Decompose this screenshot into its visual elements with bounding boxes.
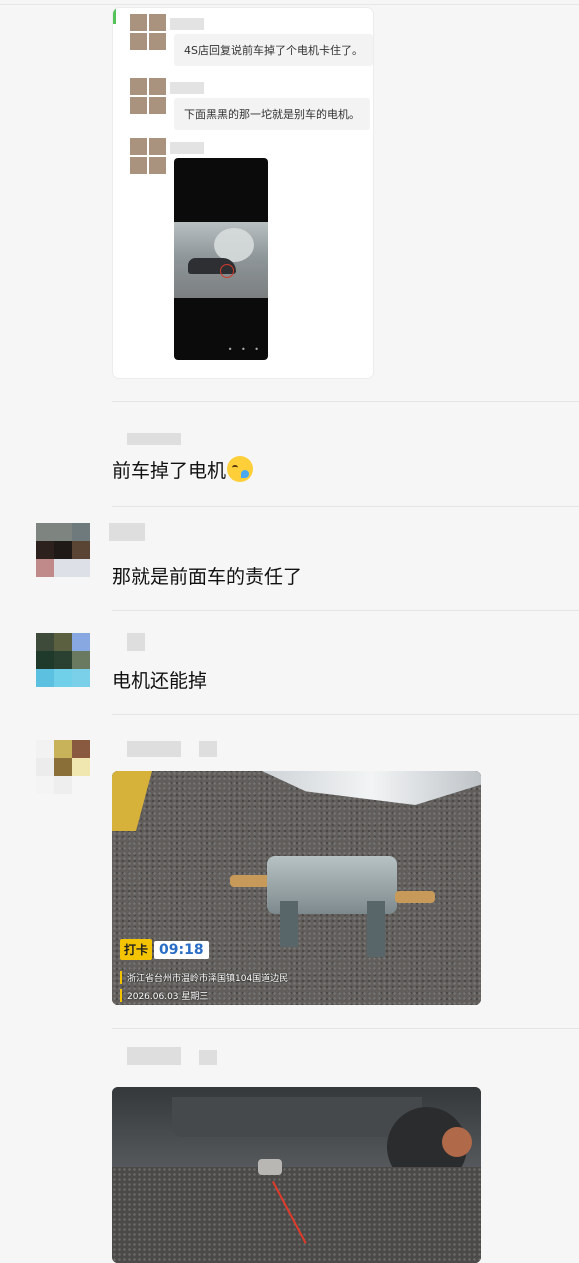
message-divider xyxy=(112,506,579,507)
avatar[interactable] xyxy=(36,523,90,577)
message-text: 前车掉了电机 xyxy=(112,456,254,483)
motor-photo[interactable]: 打卡 09:18 浙江省台州市温岭市泽国镇104国道边民 2026.06.03 … xyxy=(112,771,481,1005)
sender-name xyxy=(127,633,145,651)
motor-bracket-left xyxy=(280,901,298,947)
forwarded-video-thumbnail[interactable]: • • • xyxy=(174,158,268,360)
sender-name xyxy=(127,433,181,445)
message-divider xyxy=(112,714,579,715)
avatar[interactable] xyxy=(36,633,90,687)
sender-name xyxy=(127,741,181,757)
forwarded-message-bubble: 4S店回复说前车掉了个电机卡住了。 xyxy=(174,34,373,66)
car-underside-photo[interactable] xyxy=(112,1087,481,1263)
date-watermark: 2026.06.03 星期三 xyxy=(120,989,208,1002)
forwarded-sender-name xyxy=(170,18,204,30)
message-text-content: 前车掉了电机 xyxy=(112,460,227,482)
forwarded-sender-name xyxy=(170,142,204,154)
message-divider xyxy=(112,1028,579,1029)
forwarded-avatar xyxy=(130,14,166,50)
card-accent-bar xyxy=(113,8,116,24)
message-divider xyxy=(112,610,579,611)
forwarded-chat-record-card[interactable]: 4S店回复说前车掉了个电机卡住了。 下面黑黑的那一坨就是别车的电机。 • • • xyxy=(113,8,373,378)
crying-laughing-emoji-icon xyxy=(227,456,254,482)
message-text: 电机还能掉 xyxy=(112,670,208,692)
checkin-time: 09:18 xyxy=(154,940,209,959)
motor-shaft-left xyxy=(230,875,270,887)
message-text: 那就是前面车的责任了 xyxy=(112,566,303,588)
checkin-tag: 打卡 xyxy=(120,939,153,960)
motor-shaft-right xyxy=(395,891,435,903)
message-divider xyxy=(112,401,579,402)
motor-bracket-right xyxy=(367,901,385,957)
forwarded-avatar xyxy=(130,78,166,114)
stuck-motor-part xyxy=(258,1159,282,1175)
ground xyxy=(112,1167,481,1263)
forwarded-avatar xyxy=(130,138,166,174)
video-controls-icon[interactable]: • • • xyxy=(228,345,262,354)
forwarded-message-bubble: 下面黑黑的那一坨就是别车的电机。 xyxy=(174,98,370,130)
brake-disc xyxy=(442,1127,472,1157)
avatar[interactable] xyxy=(36,740,90,794)
top-divider xyxy=(0,4,579,5)
underbody-plate xyxy=(172,1097,422,1137)
smoke-shape xyxy=(214,228,254,262)
checkin-stamp: 打卡 09:18 xyxy=(120,939,209,960)
sender-name xyxy=(127,1047,181,1065)
sender-name xyxy=(199,1050,217,1065)
location-watermark: 浙江省台州市温岭市泽国镇104国道边民 xyxy=(120,971,288,984)
sender-name xyxy=(109,523,145,541)
video-frame xyxy=(174,222,268,298)
red-circle-marker xyxy=(220,264,234,278)
sender-name xyxy=(199,741,217,757)
forwarded-sender-name xyxy=(170,82,204,94)
